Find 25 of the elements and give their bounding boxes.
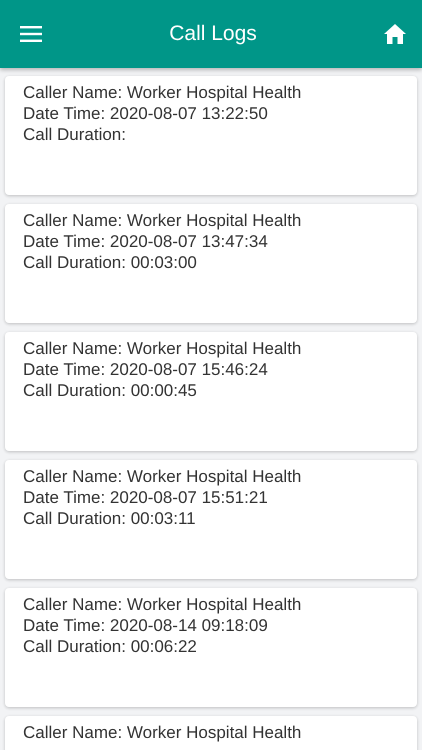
call-log-card[interactable]: Caller Name: Worker Hospital Health Date Time: 2020-08-07 13:22:50 Call Duration: (5, 76, 417, 195)
log-text: Caller Name: Worker Hospital Health (23, 722, 302, 743)
call-log-card[interactable]: Caller Name: Worker Hospital Health Date Time: 2020-08-07 13:47:34 Call Duration: 00:03:00 (5, 204, 417, 323)
log-text: Call Duration: 00:03:00 (23, 252, 198, 273)
log-text: Call Duration: 00:00:45 (23, 380, 198, 401)
log-text: Call Duration: 00:06:22 (23, 636, 198, 657)
call-log-card[interactable]: Caller Name: Worker Hospital Health Date Time: 2020-08-07 15:51:21 Call Duration: 00:03:11 (5, 460, 417, 579)
log-text: Call Duration: 00:03:11 (23, 508, 197, 529)
screen-title: Call Logs (169, 22, 257, 46)
log-text: Date Time: 2020-08-14 09:18:09 (23, 615, 269, 636)
log-text: Date Time: 2020-08-07 15:51:21 (23, 487, 269, 508)
log-text: Caller Name: Worker Hospital Health (23, 338, 302, 359)
call-log-card[interactable]: Caller Name: Worker Hospital Health (5, 716, 417, 750)
log-text: Caller Name: Worker Hospital Health (23, 594, 302, 615)
log-text: Caller Name: Worker Hospital Health (23, 210, 302, 231)
menu-icon[interactable] (20, 26, 42, 42)
call-log-card[interactable]: Caller Name: Worker Hospital Health Date Time: 2020-08-14 09:18:09 Call Duration: 00:06:22 (5, 588, 417, 707)
log-text: Caller Name: Worker Hospital Health (23, 466, 302, 487)
log-text: Caller Name: Worker Hospital Health (23, 82, 302, 103)
log-text: Date Time: 2020-08-07 13:47:34 (23, 231, 269, 252)
log-text: Date Time: 2020-08-07 13:22:50 (23, 103, 269, 124)
home-icon[interactable] (384, 24, 406, 44)
call-log-card[interactable]: Caller Name: Worker Hospital Health Date Time: 2020-08-07 15:46:24 Call Duration: 00:00:45 (5, 332, 417, 451)
log-text: Date Time: 2020-08-07 15:46:24 (23, 359, 269, 380)
log-text: Call Duration: (23, 124, 127, 145)
